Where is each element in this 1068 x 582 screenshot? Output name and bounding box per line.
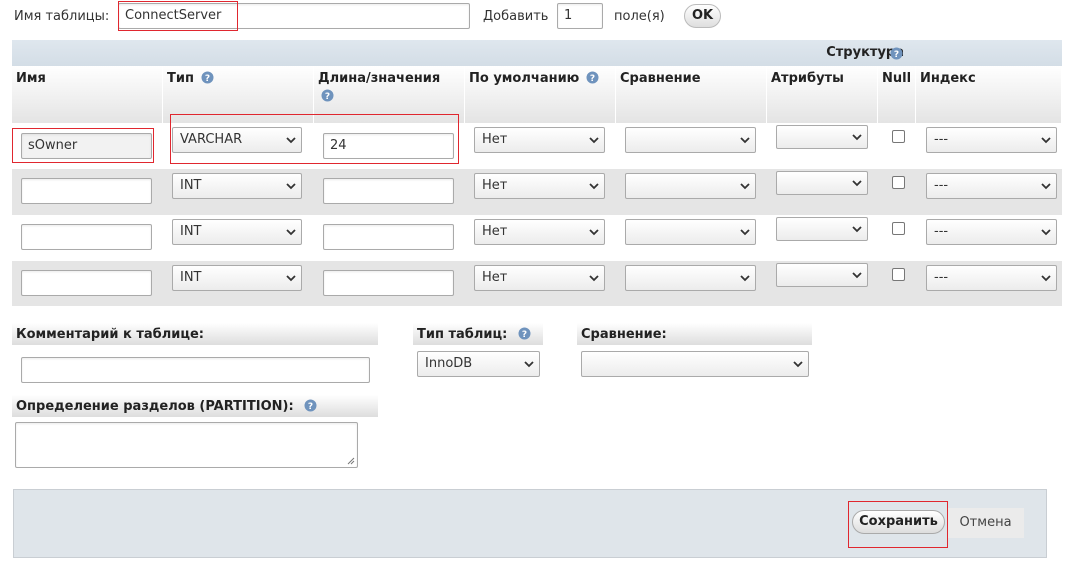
table-row: INT Нет --- [12, 261, 1062, 306]
table-row: INT Нет --- [12, 215, 1062, 261]
field-default-select[interactable]: Нет [474, 219, 605, 245]
col-header-attributes: Атрибуты [767, 66, 878, 123]
table-name-label: Имя таблицы: [14, 9, 110, 24]
type-length-highlight [170, 114, 459, 164]
field-collation-select[interactable] [625, 173, 756, 199]
col-header-default: По умолчанию ? [465, 66, 616, 123]
field-length-input[interactable] [323, 178, 454, 204]
field-index-select[interactable]: --- [926, 173, 1057, 199]
chevron-down-icon [589, 229, 599, 236]
col-header-index: Индекс [916, 66, 1062, 123]
field-type-select[interactable]: INT [172, 173, 302, 199]
chevron-down-icon [1041, 229, 1051, 236]
field-type-select[interactable]: INT [172, 265, 302, 291]
resize-handle-icon[interactable] [347, 457, 355, 465]
chevron-down-icon [286, 183, 296, 190]
table-row: INT Нет --- [12, 169, 1062, 215]
chevron-down-icon [793, 361, 803, 368]
field-name-input[interactable] [21, 224, 152, 250]
svg-text:?: ? [522, 330, 527, 340]
field-null-checkbox[interactable] [892, 130, 905, 143]
help-icon[interactable]: ? [518, 327, 531, 340]
field-collation-select[interactable] [625, 265, 756, 291]
table-name-highlight [118, 1, 238, 31]
field-default-select[interactable]: Нет [474, 265, 605, 291]
chevron-down-icon [740, 229, 750, 236]
field-attributes-select[interactable] [776, 217, 868, 241]
field-collation-select[interactable] [625, 127, 756, 153]
name-highlight [12, 128, 154, 163]
table-collation-select[interactable] [581, 351, 809, 377]
field-collation-select[interactable] [625, 219, 756, 245]
table-comment-header: Комментарий к таблице: [12, 323, 378, 345]
chevron-down-icon [589, 183, 599, 190]
col-header-collation: Сравнение [616, 66, 767, 123]
field-default-select[interactable]: Нет [474, 127, 605, 153]
engine-header: Тип таблиц: ? [413, 323, 543, 345]
field-type-select[interactable]: INT [172, 219, 302, 245]
field-attributes-select[interactable] [776, 125, 868, 149]
chevron-down-icon [1041, 183, 1051, 190]
field-index-select[interactable]: --- [926, 127, 1057, 153]
engine-select[interactable]: InnoDB [417, 351, 540, 377]
chevron-down-icon [286, 229, 296, 236]
field-name-input[interactable] [21, 270, 152, 296]
chevron-down-icon [852, 134, 862, 141]
svg-text:?: ? [325, 92, 330, 102]
chevron-down-icon [1041, 137, 1051, 144]
table-comment-input[interactable] [21, 357, 370, 383]
structure-header: Структура ? [12, 40, 1062, 66]
cancel-button[interactable]: Отмена [947, 508, 1024, 538]
field-length-input[interactable] [323, 270, 454, 296]
field-default-select[interactable]: Нет [474, 173, 605, 199]
ok-button[interactable]: OK [684, 4, 721, 28]
chevron-down-icon [589, 137, 599, 144]
field-name-input[interactable] [21, 178, 152, 204]
help-icon[interactable]: ? [321, 89, 334, 102]
save-highlight [848, 501, 948, 548]
help-icon[interactable]: ? [586, 71, 599, 84]
svg-text:?: ? [204, 74, 209, 84]
help-icon[interactable]: ? [201, 71, 214, 84]
svg-text:?: ? [308, 402, 313, 412]
chevron-down-icon [589, 275, 599, 282]
chevron-down-icon [740, 137, 750, 144]
svg-text:?: ? [590, 74, 595, 84]
col-header-name: Имя [12, 66, 163, 123]
table-collation-header: Сравнение: [577, 323, 812, 345]
field-null-checkbox[interactable] [892, 222, 905, 235]
field-length-input[interactable] [323, 224, 454, 250]
add-label: Добавить [483, 9, 549, 24]
chevron-down-icon [740, 183, 750, 190]
field-index-select[interactable]: --- [926, 219, 1057, 245]
field-null-checkbox[interactable] [892, 176, 905, 189]
field-attributes-select[interactable] [776, 171, 868, 195]
chevron-down-icon [852, 226, 862, 233]
chevron-down-icon [286, 275, 296, 282]
col-header-null: Null [878, 66, 916, 123]
field-attributes-select[interactable] [776, 263, 868, 287]
chevron-down-icon [524, 361, 534, 368]
chevron-down-icon [1041, 275, 1051, 282]
partition-textarea[interactable] [15, 422, 358, 468]
field-index-select[interactable]: --- [926, 265, 1057, 291]
partition-header: Определение разделов (PARTITION): ? [12, 395, 378, 417]
chevron-down-icon [852, 180, 862, 187]
fields-label: поле(я) [614, 9, 665, 24]
svg-text:?: ? [894, 50, 899, 60]
help-icon[interactable]: ? [304, 399, 317, 412]
add-count-input[interactable]: 1 [557, 3, 603, 29]
help-icon[interactable]: ? [890, 47, 903, 60]
chevron-down-icon [852, 272, 862, 279]
chevron-down-icon [740, 275, 750, 282]
field-null-checkbox[interactable] [892, 268, 905, 281]
